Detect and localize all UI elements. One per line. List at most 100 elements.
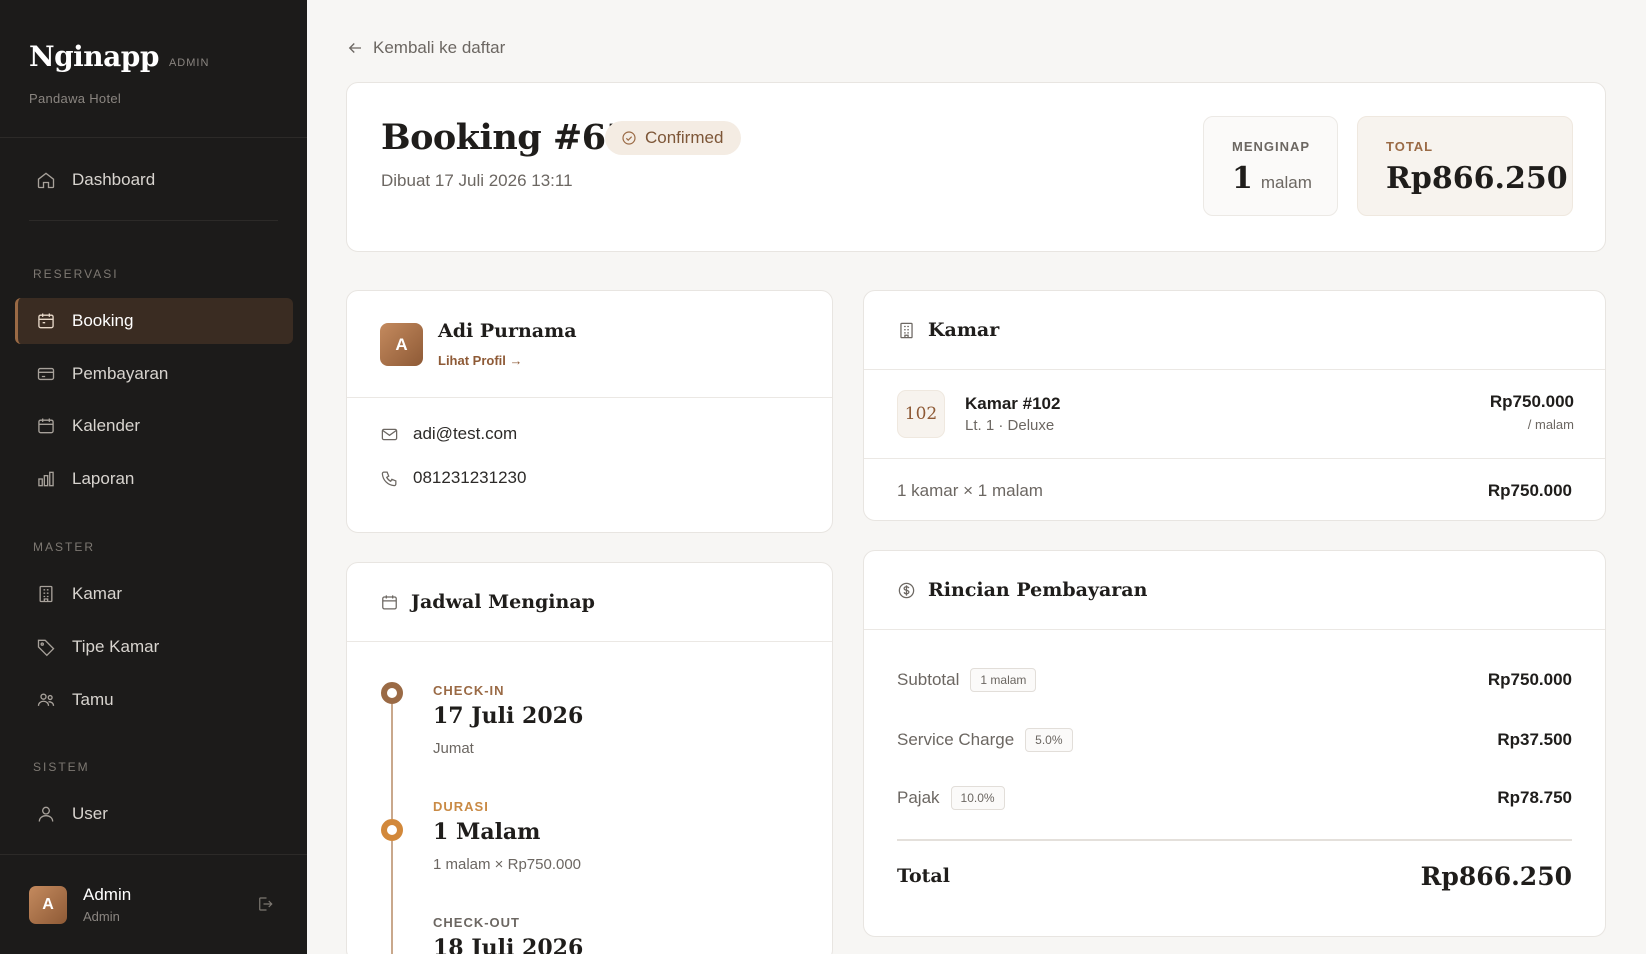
sidebar-item-label: Booking <box>72 311 134 330</box>
total-value: Rp866.250 <box>1386 161 1568 196</box>
room-row[interactable]: 102 Kamar #102 Lt. 1 · Deluxe Rp750.000 … <box>864 370 1605 459</box>
guest-phone-row: 081231231230 <box>380 468 526 488</box>
back-to-list-link[interactable]: Kembali ke daftar <box>346 38 505 58</box>
sidebar-item-user[interactable]: User <box>15 791 293 837</box>
arrow-left-icon <box>348 43 361 53</box>
duration-value: 1 Malam <box>433 819 541 845</box>
current-user-panel: A Admin Admin <box>0 854 307 954</box>
booking-header-card: Booking #65 Confirmed Dibuat 17 Juli 202… <box>346 82 1606 252</box>
subtotal-label: Subtotal <box>897 670 960 689</box>
room-name: Kamar #102 <box>965 394 1061 413</box>
subtotal-row: Subtotal 1 malam Rp750.000 <box>897 666 1572 694</box>
view-profile-link[interactable]: Lihat Profil → <box>438 353 523 368</box>
tax-value: Rp78.750 <box>1497 788 1572 807</box>
total-label: TOTAL <box>1386 139 1434 154</box>
duration-label: DURASI <box>433 799 489 814</box>
sidebar-item-kalender[interactable]: Kalender <box>15 403 293 449</box>
sidebar-item-laporan[interactable]: Laporan <box>15 456 293 502</box>
status-label: Confirmed <box>645 128 724 147</box>
sidebar-item-label: User <box>72 804 108 823</box>
nav-section-reservasi: RESERVASI <box>33 267 119 281</box>
back-link-label: Kembali ke daftar <box>373 38 506 57</box>
payment-title: Rincian Pembayaran <box>928 579 1148 601</box>
guest-email: adi@test.com <box>413 424 518 443</box>
nights-unit: malam <box>1260 173 1312 192</box>
room-card-header: Kamar <box>864 291 1605 370</box>
checkin-date: 17 Juli 2026 <box>433 703 584 729</box>
schedule-card-header: Jadwal Menginap <box>347 563 832 642</box>
credit-card-icon <box>37 367 55 381</box>
total-row: Total Rp866.250 <box>897 858 1572 894</box>
sidebar-item-label: Laporan <box>72 469 135 488</box>
payment-breakdown-card: Rincian Pembayaran Subtotal 1 malam Rp75… <box>863 550 1606 937</box>
phone-icon <box>381 471 397 486</box>
sidebar-item-tamu[interactable]: Tamu <box>15 677 293 723</box>
room-price-unit: / malam <box>1527 417 1574 432</box>
room-title: Kamar <box>928 319 1000 341</box>
sidebar-item-label: Dashboard <box>72 170 156 189</box>
dollar-circle-icon <box>898 582 915 598</box>
payment-card-header: Rincian Pembayaran <box>864 551 1605 630</box>
sidebar-item-label: Kamar <box>72 584 123 603</box>
mail-icon <box>381 428 398 440</box>
service-charge-value: Rp37.500 <box>1497 730 1572 749</box>
hotel-name: Pandawa Hotel <box>29 91 122 106</box>
brand-block: Nginapp ADMIN Pandawa Hotel <box>0 0 307 138</box>
sidebar-item-label: Tamu <box>72 690 114 709</box>
sidebar-item-pembayaran[interactable]: Pembayaran <box>15 351 293 397</box>
tax-row: Pajak 10.0% Rp78.750 <box>897 784 1572 812</box>
nights-value: 1 <box>1232 161 1253 196</box>
tax-label: Pajak <box>897 788 940 807</box>
sidebar-item-booking[interactable]: Booking <box>15 298 293 344</box>
brand-name[interactable]: Nginapp <box>29 40 159 73</box>
current-user-role: Admin <box>83 909 120 924</box>
service-charge-row: Service Charge 5.0% Rp37.500 <box>897 726 1572 754</box>
users-icon <box>37 693 55 706</box>
room-price: Rp750.000 <box>1489 392 1574 411</box>
sidebar-item-tipe-kamar[interactable]: Tipe Kamar <box>15 624 293 670</box>
total-stat: TOTAL Rp866.250 <box>1357 116 1573 216</box>
calendar-icon <box>38 418 54 434</box>
duration-sub: 1 malam × Rp750.000 <box>433 856 582 873</box>
building-icon <box>39 585 53 603</box>
sidebar-item-label: Pembayaran <box>72 364 169 383</box>
sidebar-item-dashboard[interactable]: Dashboard <box>15 157 293 203</box>
checkin-label: CHECK-IN <box>433 683 505 698</box>
payment-total-value: Rp866.250 <box>1420 861 1572 891</box>
sidebar-item-label: Kalender <box>72 416 141 435</box>
avatar: A <box>29 885 67 924</box>
avatar: A <box>380 323 423 366</box>
page-title: Booking #65 <box>381 117 630 158</box>
created-timestamp: Dibuat 17 Juli 2026 13:11 <box>381 171 573 190</box>
check-circle-icon <box>622 131 636 145</box>
schedule-title: Jadwal Menginap <box>411 591 595 613</box>
logout-button[interactable] <box>256 895 274 913</box>
guest-phone: 081231231230 <box>413 468 527 487</box>
tag-icon <box>37 639 55 657</box>
sidebar-item-kamar[interactable]: Kamar <box>15 571 293 617</box>
payment-total-label: Total <box>897 865 950 887</box>
brand-tag: ADMIN <box>168 57 210 69</box>
checkout-date: 18 Juli 2026 <box>433 935 584 954</box>
payment-divider <box>897 839 1572 841</box>
checkout-label: CHECK-OUT <box>433 915 520 930</box>
room-floor-type: Lt. 1 · Deluxe <box>965 417 1055 434</box>
nav-section-master: MASTER <box>33 540 96 554</box>
current-user-name: Admin <box>83 885 132 904</box>
nights-label: MENGINAP <box>1232 139 1311 154</box>
status-badge: Confirmed <box>605 121 742 155</box>
tax-chip: 10.0% <box>950 786 1005 810</box>
user-icon <box>38 806 54 822</box>
calendar-icon <box>38 313 54 329</box>
guest-card: A Adi Purnama Lihat Profil → adi@test.co… <box>346 290 833 533</box>
subtotal-chip: 1 malam <box>970 668 1037 692</box>
schedule-card: Jadwal Menginap CHECK-IN 17 Juli 2026 Ju… <box>346 562 833 954</box>
subtotal-value: Rp750.000 <box>1487 670 1572 689</box>
sidebar-item-label: Tipe Kamar <box>72 637 160 656</box>
calendar-icon <box>382 594 397 609</box>
checkin-day: Jumat <box>433 740 474 757</box>
room-number-badge: 102 <box>897 390 945 438</box>
service-charge-chip: 5.0% <box>1025 728 1073 752</box>
building-icon <box>900 322 913 338</box>
bar-chart-icon <box>38 471 54 487</box>
